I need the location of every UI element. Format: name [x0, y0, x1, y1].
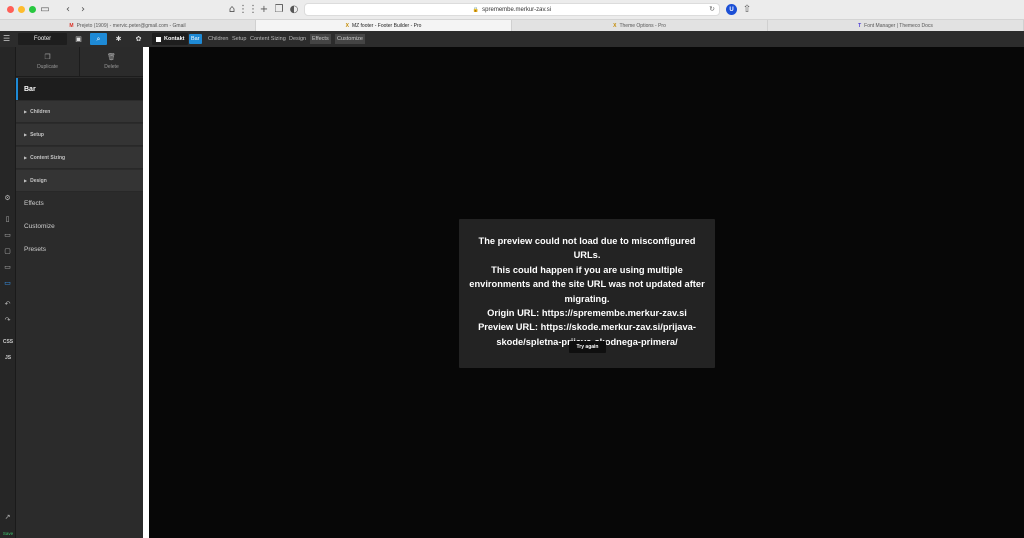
- try-again-button[interactable]: Try again: [569, 341, 606, 353]
- expand-triangle-icon: ▶: [24, 178, 28, 183]
- tab-overview-icon[interactable]: ❐: [272, 3, 286, 16]
- layout-icon[interactable]: ▣: [70, 33, 87, 45]
- tab-children[interactable]: Children: [206, 34, 230, 44]
- lock-icon: 🔒: [472, 6, 480, 13]
- address-text: spremembe.merkur-zav.si: [482, 6, 552, 13]
- tab-content-sizing[interactable]: Content Sizing: [248, 34, 288, 44]
- minimize-window-button[interactable]: [18, 6, 25, 13]
- expand-triangle-icon: ▶: [24, 132, 28, 137]
- new-tab-icon[interactable]: +: [257, 3, 271, 16]
- builder-top-bar: ☰ Footer ▣ ⌕ ✱ ✿ Kontakt Bar Children Se…: [0, 31, 1024, 47]
- section-content-sizing[interactable]: ▶ Content Sizing: [16, 147, 143, 169]
- gear-icon[interactable]: ✱: [110, 33, 127, 45]
- section-setup[interactable]: ▶ Setup: [16, 124, 143, 146]
- grid-icon[interactable]: ⋮⋮: [238, 3, 258, 16]
- footer-selector[interactable]: Footer: [18, 33, 67, 45]
- laptop-icon[interactable]: ▭: [2, 261, 13, 272]
- address-bar[interactable]: 🔒 spremembe.merkur-zav.si ↻: [304, 3, 720, 16]
- browser-toolbar: ▭ ‹ › ⌂ ⋮⋮ + ❐ ◐ 🔒 spremembe.merkur-zav.…: [0, 0, 1024, 19]
- css-button[interactable]: CSS: [0, 339, 16, 345]
- panel-link-customize[interactable]: Customize: [24, 223, 55, 230]
- share-icon[interactable]: ⇧: [740, 3, 754, 16]
- mobile-icon[interactable]: ▯: [2, 213, 13, 224]
- error-line: This could happen if you are using multi…: [469, 264, 705, 304]
- browser-chrome: ▭ ‹ › ⌂ ⋮⋮ + ❐ ◐ 🔒 spremembe.merkur-zav.…: [0, 0, 1024, 32]
- preview-canvas: The preview could not load due to miscon…: [149, 47, 1024, 538]
- left-rail: ⚙ ▯ ▭ ▢ ▭ ▭ ↶ ↷ CSS JS ↗ Save: [0, 47, 16, 538]
- extension-badge[interactable]: U: [726, 4, 737, 15]
- external-link-icon[interactable]: ↗: [2, 511, 13, 522]
- menu-icon[interactable]: ☰: [3, 35, 11, 43]
- forward-icon[interactable]: ›: [76, 3, 90, 16]
- panel-actions: ❐ Duplicate 🗑 Delete: [16, 47, 143, 77]
- browser-tab-strip: M Prejeto (1909) - mervic.peter@gmail.co…: [0, 19, 1024, 32]
- desktop-icon[interactable]: ▭: [2, 277, 13, 288]
- search-icon[interactable]: ⌕: [90, 33, 107, 45]
- duplicate-button[interactable]: ❐ Duplicate: [16, 47, 80, 76]
- expand-triangle-icon: ▶: [24, 109, 28, 114]
- tab-design[interactable]: Design: [287, 34, 308, 44]
- tablet-landscape-icon[interactable]: ▭: [2, 229, 13, 240]
- sidebar-toggle-icon[interactable]: ▭: [38, 3, 52, 16]
- pro-icon: X: [613, 23, 617, 29]
- error-line: The preview could not load due to miscon…: [478, 236, 696, 261]
- section-children[interactable]: ▶ Children: [16, 101, 143, 123]
- section-design[interactable]: ▶ Design: [16, 170, 143, 192]
- themeco-icon: T: [858, 23, 862, 29]
- zoom-window-button[interactable]: [29, 6, 36, 13]
- panel-link-presets[interactable]: Presets: [24, 246, 46, 253]
- tab-setup[interactable]: Setup: [230, 34, 248, 44]
- users-settings-icon[interactable]: ⚙: [2, 192, 13, 203]
- redo-icon[interactable]: ↷: [2, 314, 13, 325]
- expand-triangle-icon: ▶: [24, 155, 28, 160]
- inspector-panel: ❐ Duplicate 🗑 Delete Bar ▶ Children ▶ Se…: [16, 47, 143, 538]
- duplicate-icon: ❐: [44, 53, 51, 61]
- privacy-shield-icon[interactable]: ◐: [287, 3, 301, 16]
- preview-error-dialog: The preview could not load due to miscon…: [459, 219, 715, 368]
- panel-link-effects[interactable]: Effects: [24, 200, 44, 207]
- tab-bar[interactable]: Bar: [189, 34, 202, 44]
- element-square-icon: [156, 36, 161, 42]
- tab-customize[interactable]: Customize: [335, 34, 365, 44]
- back-icon[interactable]: ‹: [61, 3, 75, 16]
- home-icon[interactable]: ⌂: [225, 3, 239, 16]
- tab-effects[interactable]: Effects: [310, 34, 331, 44]
- origin-url-line: Origin URL: https://spremembe.merkur-zav…: [487, 308, 687, 319]
- preview-error-message: The preview could not load due to miscon…: [469, 234, 705, 349]
- settings-cog-icon[interactable]: ✿: [130, 33, 147, 45]
- close-window-button[interactable]: [7, 6, 14, 13]
- gmail-icon: M: [69, 23, 74, 29]
- reload-icon[interactable]: ↻: [709, 5, 715, 13]
- tablet-icon[interactable]: ▢: [2, 245, 13, 256]
- panel-title: Bar: [16, 78, 143, 100]
- undo-icon[interactable]: ↶: [2, 298, 13, 309]
- save-button[interactable]: Save: [0, 528, 16, 538]
- js-button[interactable]: JS: [0, 355, 16, 361]
- pro-icon: X: [345, 23, 349, 29]
- element-selector[interactable]: Kontakt: [152, 33, 189, 45]
- window-controls: [7, 6, 36, 13]
- delete-button[interactable]: 🗑 Delete: [80, 47, 143, 76]
- trash-icon: 🗑: [107, 53, 116, 61]
